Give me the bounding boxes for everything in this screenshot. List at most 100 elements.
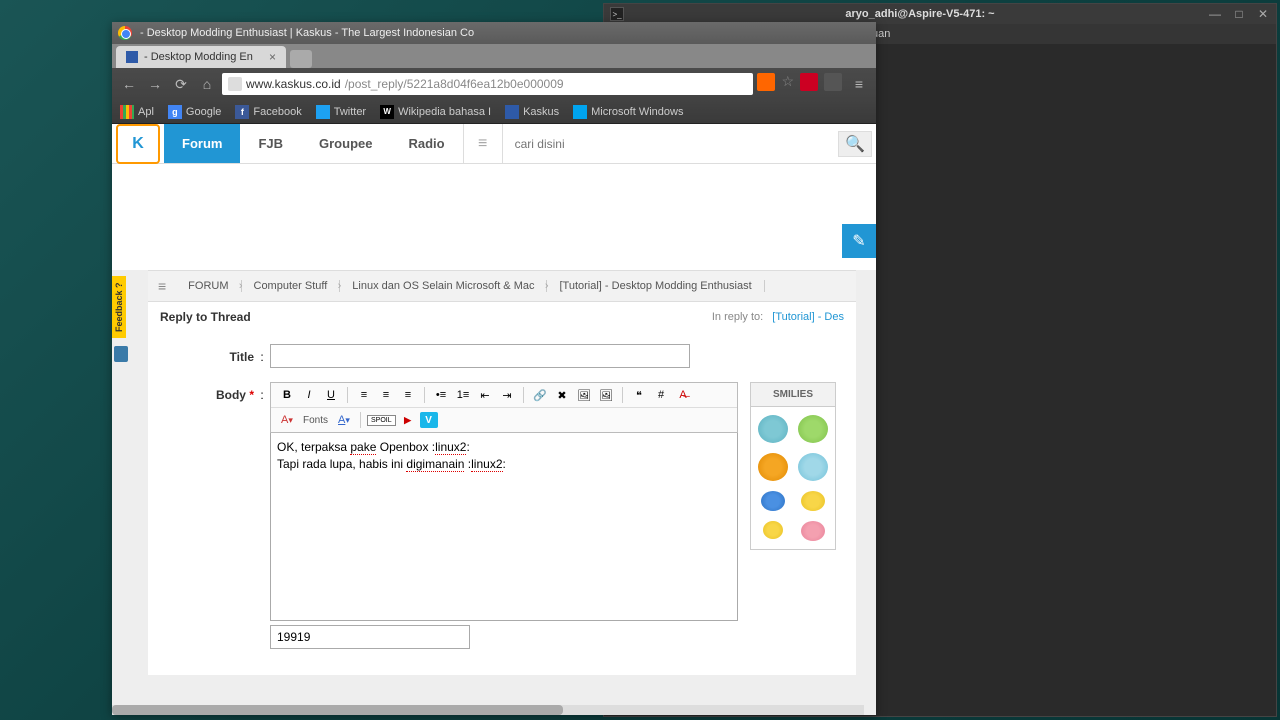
indent-button[interactable]: ⇥ — [497, 386, 517, 404]
bookmarks-bar[interactable]: Apl gGoogle fFacebook Twitter WWikipedia… — [112, 100, 876, 124]
address-bar: ← → ⟳ ⌂ www.kaskus.co.id/post_reply/5221… — [112, 68, 876, 100]
smiley-1[interactable] — [758, 415, 788, 443]
terminal-titlebar[interactable]: >_ aryo_adhi@Aspire-V5-471: ~ — □ ✕ — [604, 4, 1276, 24]
body-textarea[interactable]: OK, terpaksa pake Openbox :linux2:Tapi r… — [270, 433, 738, 621]
edit-badge-icon[interactable]: ✎ — [842, 224, 876, 258]
nav-groupee[interactable]: Groupee — [301, 124, 390, 163]
window-controls: — □ ✕ — [1208, 7, 1270, 21]
breadcrumb-computer[interactable]: Computer Stuff — [242, 280, 341, 292]
smiley-6[interactable] — [801, 491, 825, 511]
tab-favicon — [126, 51, 138, 63]
search-input[interactable] — [507, 131, 838, 157]
font-size-button[interactable]: A▾ — [277, 411, 297, 429]
bookmark-wikipedia[interactable]: WWikipedia bahasa I — [380, 105, 491, 119]
url-input[interactable]: www.kaskus.co.id/post_reply/5221a8d04f6e… — [222, 73, 753, 95]
underline-button[interactable]: U — [321, 386, 341, 404]
ext-icon-1[interactable] — [800, 73, 818, 91]
minimize-button[interactable]: — — [1208, 7, 1222, 21]
tab-title: - Desktop Modding En — [144, 51, 253, 63]
reply-form: Title : Body * : B I — [148, 332, 856, 675]
link-button[interactable]: 🔗 — [530, 386, 550, 404]
title-input[interactable] — [270, 344, 690, 368]
site-nav: K Forum FJB Groupee Radio ≡ 🔍 — [112, 124, 876, 164]
breadcrumb: ≡ FORUM Computer Stuff Linux dan OS Sela… — [148, 270, 856, 302]
nav-forum[interactable]: Forum — [164, 124, 240, 163]
chrome-titlebar[interactable]: - Desktop Modding Enthusiast | Kaskus - … — [112, 22, 876, 44]
fonts-dropdown[interactable]: Fonts — [299, 415, 332, 426]
reload-button[interactable]: ⟳ — [170, 73, 192, 95]
nav-radio[interactable]: Radio — [390, 124, 462, 163]
editor-toolbar: B I U ≡ ≡ ≡ •≡ 1≡ — [270, 382, 738, 433]
align-right-button[interactable]: ≡ — [398, 386, 418, 404]
clear-button[interactable]: A̶ — [673, 386, 693, 404]
image2-button[interactable]: 🖼 — [596, 386, 616, 404]
chrome-window[interactable]: - Desktop Modding Enthusiast | Kaskus - … — [112, 22, 876, 715]
url-host: www.kaskus.co.id — [246, 77, 341, 91]
wikipedia-icon: W — [380, 105, 394, 119]
home-button[interactable]: ⌂ — [196, 73, 218, 95]
italic-button[interactable]: I — [299, 386, 319, 404]
editor-wrap: B I U ≡ ≡ ≡ •≡ 1≡ — [270, 382, 836, 649]
code-button[interactable]: # — [651, 386, 671, 404]
unlink-button[interactable]: ✖ — [552, 386, 572, 404]
quote-button[interactable]: ❝ — [629, 386, 649, 404]
bookmark-twitter[interactable]: Twitter — [316, 105, 366, 119]
reply-header: Reply to Thread In reply to: [Tutorial] … — [148, 302, 856, 332]
list-bullet-button[interactable]: •≡ — [431, 386, 451, 404]
bold-button[interactable]: B — [277, 386, 297, 404]
spoiler-button[interactable]: SPOIL — [367, 415, 396, 426]
smiley-8[interactable] — [801, 521, 825, 541]
smiley-7[interactable] — [763, 521, 783, 539]
breadcrumb-menu-icon[interactable]: ≡ — [158, 278, 166, 294]
scrollbar-thumb[interactable] — [112, 705, 563, 715]
bookmark-facebook[interactable]: fFacebook — [235, 105, 301, 119]
back-button[interactable]: ← — [118, 73, 140, 95]
ext-icon-2[interactable] — [824, 73, 842, 91]
bookmark-google[interactable]: gGoogle — [168, 105, 221, 119]
vimeo-button[interactable]: V — [420, 412, 438, 428]
tab-close-icon[interactable]: × — [269, 50, 276, 64]
smiley-5[interactable] — [761, 491, 785, 511]
kaskus-logo[interactable]: K — [116, 124, 160, 164]
list-number-button[interactable]: 1≡ — [453, 386, 473, 404]
align-left-button[interactable]: ≡ — [354, 386, 374, 404]
nav-fjb[interactable]: FJB — [240, 124, 301, 163]
bookmark-star-icon[interactable]: ☆ — [781, 73, 794, 95]
in-reply-to: In reply to: [Tutorial] - Des — [712, 311, 844, 323]
close-button[interactable]: ✕ — [1256, 7, 1270, 21]
smiley-3[interactable] — [758, 453, 788, 481]
forward-button[interactable]: → — [144, 73, 166, 95]
windows-icon — [573, 105, 587, 119]
search-container: 🔍 — [503, 124, 876, 163]
kaskus-icon — [505, 105, 519, 119]
breadcrumb-forum[interactable]: FORUM — [176, 280, 241, 292]
page-content: K Forum FJB Groupee Radio ≡ 🔍 ✎ Feedback… — [112, 124, 876, 715]
smiley-4[interactable] — [798, 453, 828, 481]
clip-icon[interactable] — [114, 346, 128, 362]
bookmark-kaskus[interactable]: Kaskus — [505, 105, 559, 119]
smilies-grid — [750, 407, 836, 550]
maximize-button[interactable]: □ — [1232, 7, 1246, 21]
youtube-button[interactable]: ▶ — [398, 411, 418, 429]
reply-to-link[interactable]: [Tutorial] - Des — [772, 311, 844, 323]
outdent-button[interactable]: ⇤ — [475, 386, 495, 404]
bookmark-apps[interactable]: Apl — [120, 105, 154, 119]
breadcrumb-linux[interactable]: Linux dan OS Selain Microsoft & Mac — [340, 280, 547, 292]
terminal-title: aryo_adhi@Aspire-V5-471: ~ — [632, 8, 1208, 20]
rss-icon[interactable] — [757, 73, 775, 91]
menu-icon[interactable]: ≡ — [848, 73, 870, 95]
feedback-tab[interactable]: Feedback ? — [112, 276, 126, 338]
horizontal-scrollbar[interactable] — [112, 705, 864, 715]
align-center-button[interactable]: ≡ — [376, 386, 396, 404]
font-color-button[interactable]: A▾ — [334, 411, 354, 429]
smiley-2[interactable] — [798, 415, 828, 443]
tab-strip[interactable]: - Desktop Modding En × — [112, 44, 876, 68]
title-label: Title — [168, 344, 254, 364]
search-button[interactable]: 🔍 — [838, 131, 872, 157]
bookmark-windows[interactable]: Microsoft Windows — [573, 105, 683, 119]
nav-more-icon[interactable]: ≡ — [463, 124, 503, 163]
image-button[interactable]: 🖼 — [574, 386, 594, 404]
breadcrumb-thread[interactable]: [Tutorial] - Desktop Modding Enthusiast — [547, 280, 764, 292]
new-tab-button[interactable] — [290, 50, 312, 68]
tab-active[interactable]: - Desktop Modding En × — [116, 46, 286, 68]
